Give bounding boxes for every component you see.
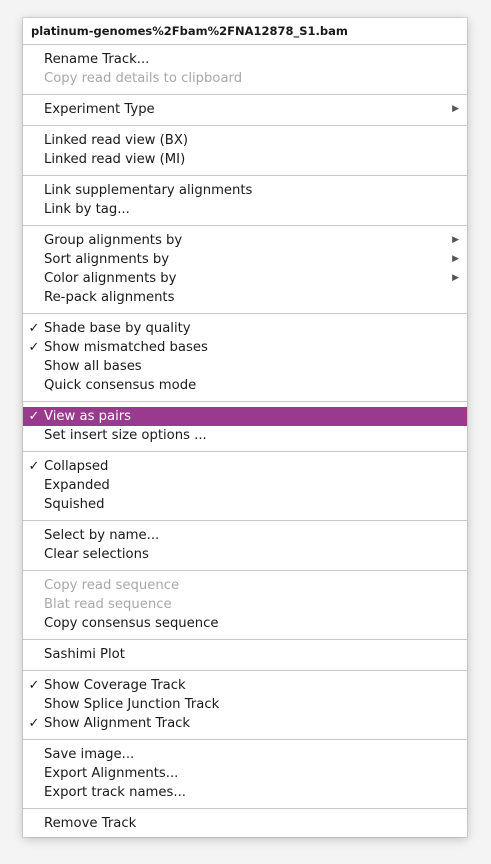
context-menu: platinum-genomes%2Fbam%2FNA12878_S1.bam … — [23, 18, 467, 837]
menu-item-label: Color alignments by — [44, 271, 177, 286]
menu-item-blat-read-sequence: Blat read sequence — [23, 595, 467, 614]
menu-item-label: View as pairs — [44, 409, 132, 424]
menu-item-sashimi-plot[interactable]: Sashimi Plot — [23, 645, 467, 664]
menu-body: Rename Track... Copy read details to clip… — [23, 45, 467, 839]
menu-section: ✓ Shade base by quality ✓ Show mismatched b… — [23, 314, 467, 402]
menu-item-label: Shade base by quality — [44, 321, 191, 336]
menu-item-copy-consensus-sequence[interactable]: Copy consensus sequence — [23, 614, 467, 633]
menu-item-link-by-tag[interactable]: Link by tag... — [23, 200, 467, 219]
menu-item-label: Show Coverage Track — [44, 678, 186, 693]
menu-item-label: Linked read view (BX) — [44, 133, 189, 148]
menu-item-color-alignments-by[interactable]: Color alignments by ▶ — [23, 269, 467, 288]
menu-item-expanded[interactable]: Expanded — [23, 476, 467, 495]
submenu-arrow-icon: ▶ — [452, 254, 459, 264]
menu-item-label: Rename Track... — [44, 52, 150, 67]
menu-section: Group alignments by ▶ Sort alignments by ▶ C… — [23, 226, 467, 314]
menu-item-label: Show Alignment Track — [44, 716, 191, 731]
submenu-arrow-icon: ▶ — [452, 235, 459, 245]
menu-item-label: Sort alignments by — [44, 252, 170, 267]
menu-item-show-all-bases[interactable]: Show all bases — [23, 357, 467, 376]
menu-item-group-alignments-by[interactable]: Group alignments by ▶ — [23, 231, 467, 250]
menu-item-set-insert-size-options[interactable]: Set insert size options ... — [23, 426, 467, 445]
menu-title: platinum-genomes%2Fbam%2FNA12878_S1.bam — [23, 18, 467, 45]
menu-item-label: Copy read details to clipboard — [44, 71, 243, 86]
checkmark-icon: ✓ — [28, 321, 40, 336]
menu-item-label: Show all bases — [44, 359, 142, 374]
menu-section: ✓ Collapsed Expanded Squished — [23, 452, 467, 521]
menu-item-label: Link by tag... — [44, 202, 130, 217]
menu-item-label: Link supplementary alignments — [44, 183, 253, 198]
menu-item-label: Re-pack alignments — [44, 290, 175, 305]
menu-item-export-track-names[interactable]: Export track names... — [23, 783, 467, 802]
menu-item-show-coverage-track[interactable]: ✓ Show Coverage Track — [23, 676, 467, 695]
menu-item-label: Select by name... — [44, 528, 160, 543]
checkmark-icon: ✓ — [28, 340, 40, 355]
menu-item-link-supplementary-alignments[interactable]: Link supplementary alignments — [23, 181, 467, 200]
checkmark-icon: ✓ — [28, 409, 40, 424]
menu-item-show-splice-junction-track[interactable]: Show Splice Junction Track — [23, 695, 467, 714]
menu-item-view-as-pairs[interactable]: ✓ View as pairs — [23, 407, 467, 426]
menu-section: Sashimi Plot — [23, 640, 467, 671]
menu-item-label: Remove Track — [44, 816, 137, 831]
menu-item-label: Copy read sequence — [44, 578, 180, 593]
menu-item-label: Collapsed — [44, 459, 109, 474]
submenu-arrow-icon: ▶ — [452, 104, 459, 114]
menu-item-export-alignments[interactable]: Export Alignments... — [23, 764, 467, 783]
menu-section: Select by name... Clear selections — [23, 521, 467, 571]
menu-item-label: Blat read sequence — [44, 597, 172, 612]
menu-section: ✓ Show Coverage Track Show Splice Junction… — [23, 671, 467, 740]
menu-item-save-image[interactable]: Save image... — [23, 745, 467, 764]
menu-item-sort-alignments-by[interactable]: Sort alignments by ▶ — [23, 250, 467, 269]
menu-item-shade-base-by-quality[interactable]: ✓ Shade base by quality — [23, 319, 467, 338]
menu-item-show-alignment-track[interactable]: ✓ Show Alignment Track — [23, 714, 467, 733]
menu-item-label: Group alignments by — [44, 233, 183, 248]
menu-item-re-pack-alignments[interactable]: Re-pack alignments — [23, 288, 467, 307]
menu-item-label: Copy consensus sequence — [44, 616, 219, 631]
menu-item-clear-selections[interactable]: Clear selections — [23, 545, 467, 564]
menu-section: Save image... Export Alignments... Export … — [23, 740, 467, 809]
menu-section: Link supplementary alignments Link by tag… — [23, 176, 467, 226]
menu-section: Experiment Type ▶ — [23, 95, 467, 126]
menu-section: Rename Track... Copy read details to clip… — [23, 45, 467, 95]
menu-section: ✓ View as pairs Set insert size options ..… — [23, 402, 467, 452]
menu-item-label: Set insert size options ... — [44, 428, 207, 443]
submenu-arrow-icon: ▶ — [452, 273, 459, 283]
menu-item-experiment-type[interactable]: Experiment Type ▶ — [23, 100, 467, 119]
checkmark-icon: ✓ — [28, 716, 40, 731]
menu-item-label: Export track names... — [44, 785, 186, 800]
menu-item-copy-read-details-to-clipboard: Copy read details to clipboard — [23, 69, 467, 88]
menu-item-show-mismatched-bases[interactable]: ✓ Show mismatched bases — [23, 338, 467, 357]
menu-item-quick-consensus-mode[interactable]: Quick consensus mode — [23, 376, 467, 395]
menu-item-remove-track[interactable]: Remove Track — [23, 814, 467, 833]
menu-section: Remove Track — [23, 809, 467, 839]
menu-section: Linked read view (BX) Linked read view (M… — [23, 126, 467, 176]
menu-item-label: Quick consensus mode — [44, 378, 197, 393]
menu-section: Copy read sequence Blat read sequence Copy… — [23, 571, 467, 640]
menu-item-label: Experiment Type — [44, 102, 155, 117]
menu-item-label: Export Alignments... — [44, 766, 179, 781]
menu-item-collapsed[interactable]: ✓ Collapsed — [23, 457, 467, 476]
menu-item-select-by-name[interactable]: Select by name... — [23, 526, 467, 545]
menu-item-label: Show mismatched bases — [44, 340, 208, 355]
menu-item-label: Squished — [44, 497, 105, 512]
menu-item-rename-track[interactable]: Rename Track... — [23, 50, 467, 69]
menu-item-label: Show Splice Junction Track — [44, 697, 220, 712]
menu-item-label: Clear selections — [44, 547, 149, 562]
menu-item-label: Sashimi Plot — [44, 647, 125, 662]
checkmark-icon: ✓ — [28, 678, 40, 693]
menu-item-label: Linked read view (MI) — [44, 152, 186, 167]
checkmark-icon: ✓ — [28, 459, 40, 474]
menu-item-linked-read-view-bx[interactable]: Linked read view (BX) — [23, 131, 467, 150]
menu-item-linked-read-view-mi[interactable]: Linked read view (MI) — [23, 150, 467, 169]
menu-item-label: Expanded — [44, 478, 110, 493]
menu-item-label: Save image... — [44, 747, 135, 762]
menu-item-squished[interactable]: Squished — [23, 495, 467, 514]
menu-item-copy-read-sequence: Copy read sequence — [23, 576, 467, 595]
